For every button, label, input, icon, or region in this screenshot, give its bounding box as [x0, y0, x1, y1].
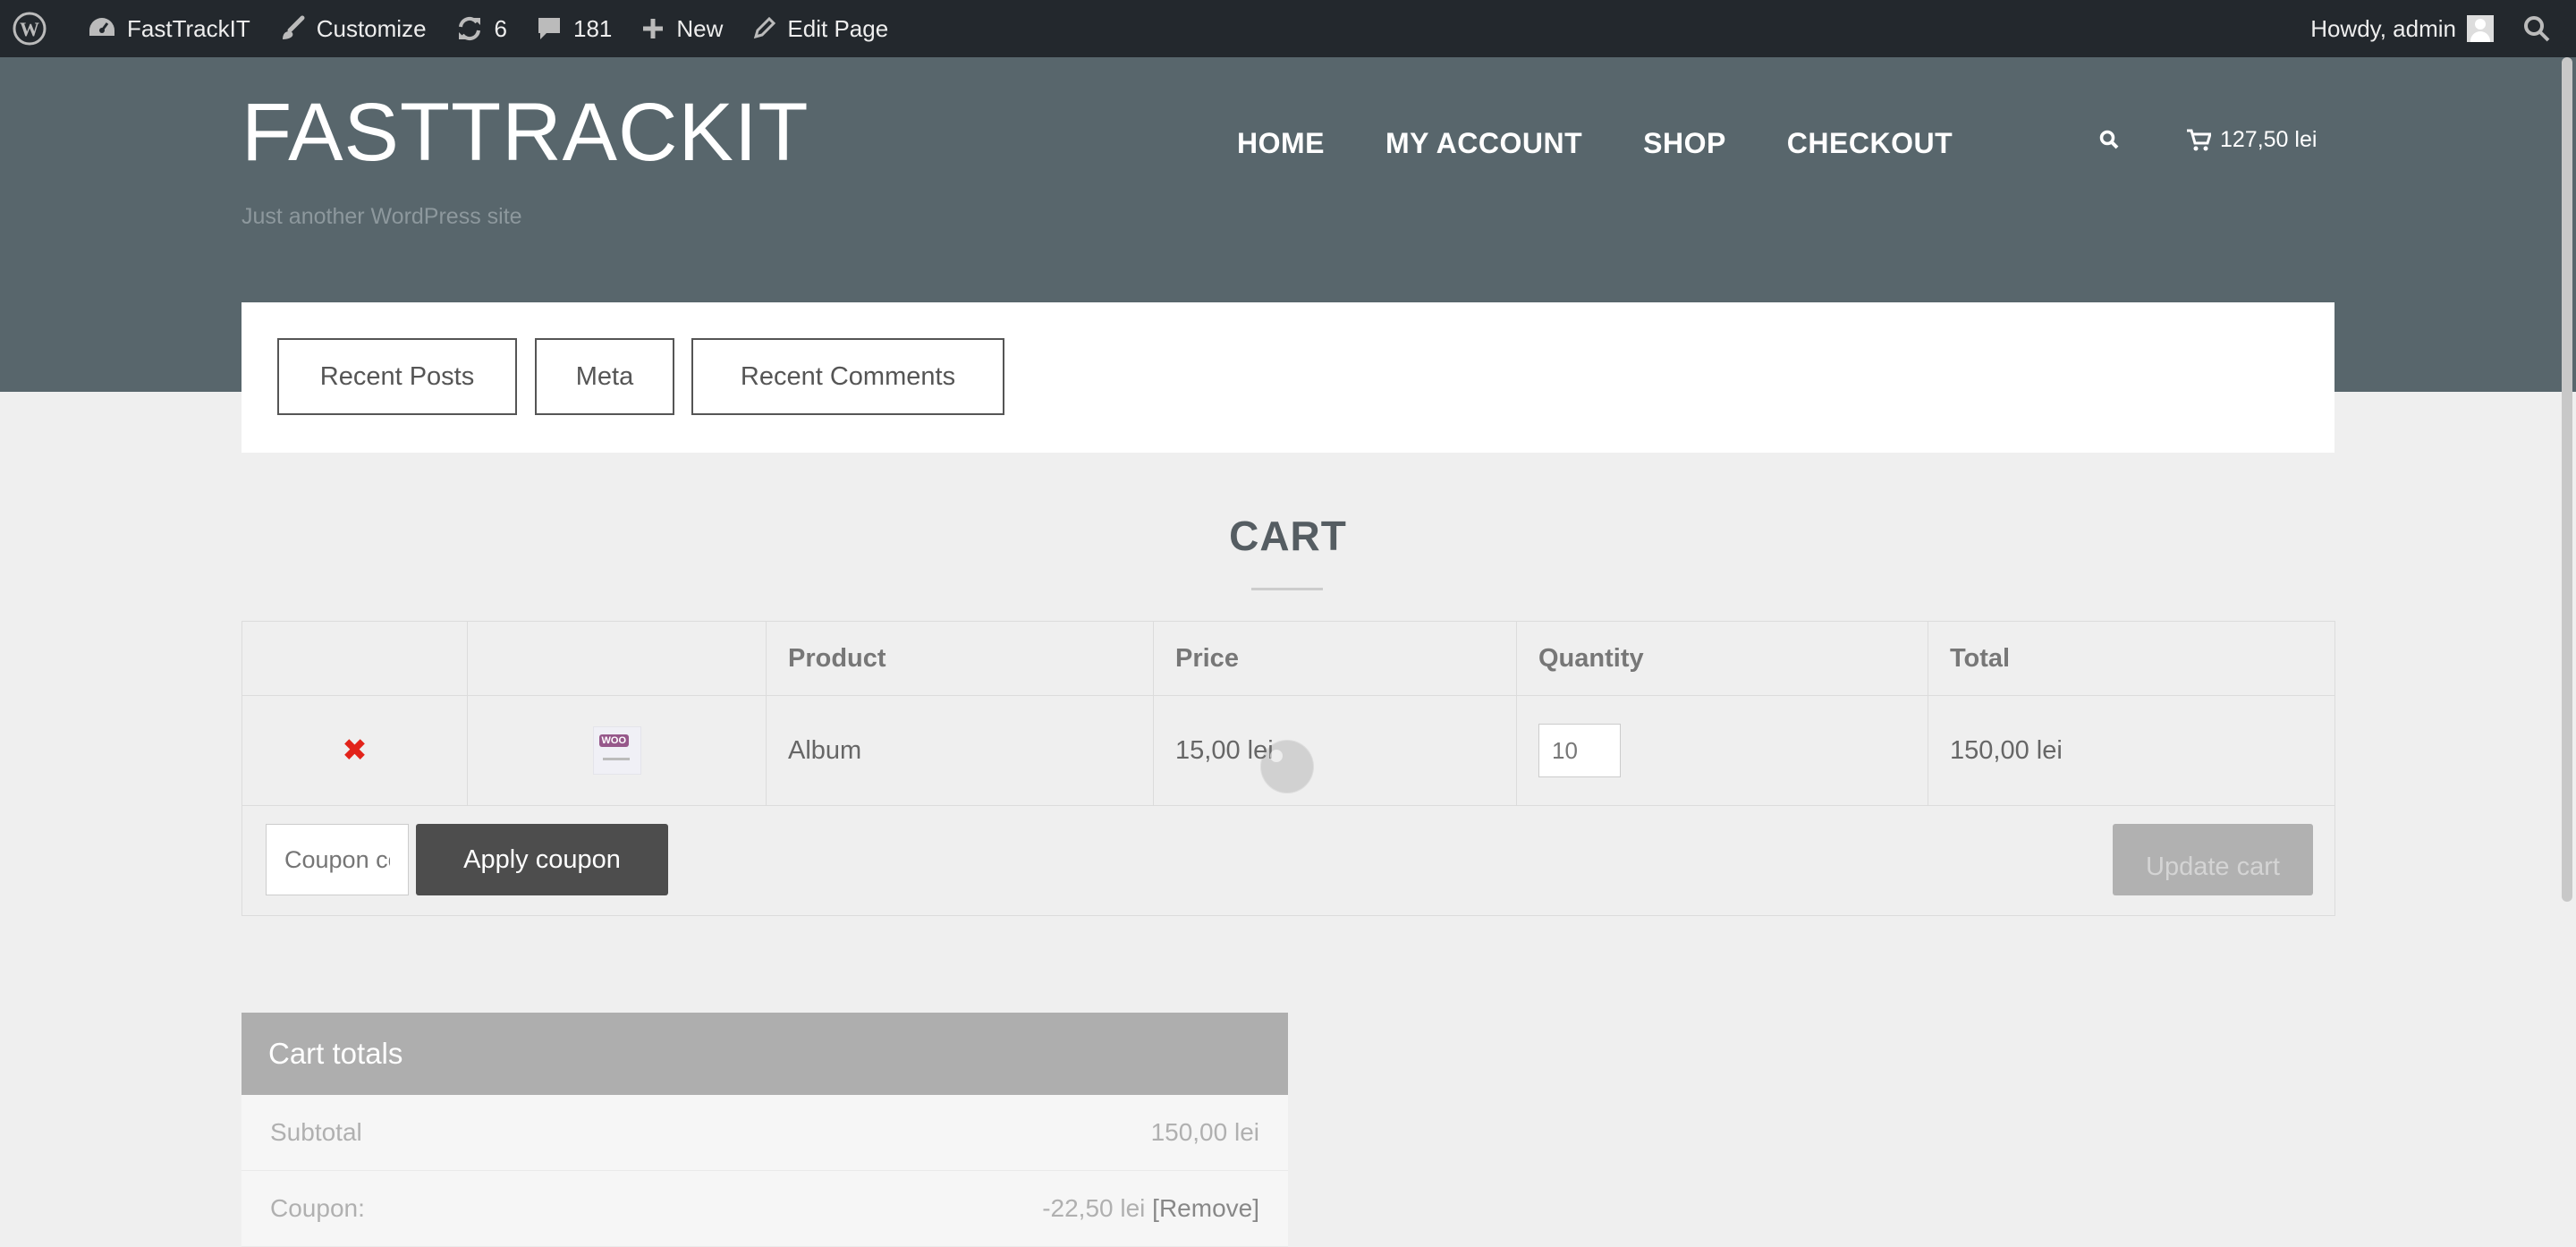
- title-divider: [1251, 588, 1323, 590]
- new-label: New: [676, 14, 724, 42]
- comment-icon: [538, 18, 561, 39]
- loading-spinner-icon: [1261, 741, 1313, 793]
- remove-item-icon[interactable]: ✖: [342, 734, 368, 768]
- site-name-menu[interactable]: FastTrackIT: [73, 0, 265, 57]
- coupon-value: -22,50 lei: [1042, 1194, 1146, 1222]
- product-price: 15,00 lei: [1153, 695, 1517, 806]
- admin-bar: W FastTrackIT Customize 6 181 New Edit P…: [0, 0, 2576, 57]
- cart-totals: Cart totals Subtotal 150,00 lei Coupon: …: [242, 1013, 1288, 1247]
- cart-icon: [2187, 129, 2211, 150]
- thumbnail-cell: [467, 695, 767, 806]
- edit-page-link[interactable]: Edit Page: [737, 0, 902, 57]
- page-scrollbar[interactable]: [2562, 57, 2572, 902]
- page-title: CART: [1229, 513, 1347, 559]
- remove-coupon-link[interactable]: [Remove]: [1152, 1194, 1259, 1222]
- nav-my-account[interactable]: MY ACCOUNT: [1385, 127, 1582, 160]
- paintbrush-icon: [282, 15, 305, 39]
- comments-link[interactable]: 181: [521, 0, 626, 57]
- site-title[interactable]: FASTTRACKIT: [242, 91, 809, 174]
- dashboard-icon: [89, 18, 114, 36]
- coupon-label: Coupon:: [270, 1194, 365, 1222]
- cart-totals-heading: Cart totals: [242, 1013, 1288, 1095]
- subtotal-label: Subtotal: [270, 1118, 362, 1146]
- col-remove: [242, 621, 468, 696]
- quantity-input[interactable]: [1538, 724, 1621, 777]
- pencil-icon: [754, 16, 776, 39]
- search-icon: [2099, 130, 2119, 149]
- header-search-button[interactable]: [2098, 129, 2120, 155]
- apply-coupon-button[interactable]: Apply coupon: [416, 824, 668, 895]
- my-account-menu[interactable]: Howdy, admin: [2296, 0, 2508, 57]
- product-thumbnail[interactable]: [592, 726, 641, 775]
- plus-icon: [643, 19, 664, 38]
- cart-actions-row: Apply coupon Update cart: [242, 805, 2335, 916]
- updates-link[interactable]: 6: [441, 0, 521, 57]
- coupon-amount-group: -22,50 lei [Remove]: [1042, 1194, 1259, 1223]
- remove-cell: ✖: [242, 695, 468, 806]
- col-quantity: Quantity: [1516, 621, 1928, 696]
- howdy-label: Howdy, admin: [2310, 14, 2456, 42]
- edit-page-label: Edit Page: [787, 14, 889, 42]
- header-cart-total: 127,50 lei: [2220, 127, 2318, 152]
- updates-icon: [458, 16, 480, 41]
- coupon-row: Coupon: -22,50 lei [Remove]: [242, 1171, 1288, 1247]
- new-content-link[interactable]: New: [626, 0, 737, 57]
- update-cart-button[interactable]: Update cart: [2113, 824, 2313, 895]
- subtotal-row: Subtotal 150,00 lei: [242, 1095, 1288, 1171]
- svg-text:W: W: [20, 18, 39, 40]
- widget-tabs-box: Recent Posts Meta Recent Comments: [242, 302, 2334, 453]
- col-total: Total: [1928, 621, 2335, 696]
- product-subtotal: 150,00 lei: [1928, 695, 2335, 806]
- coupon-code-input[interactable]: [266, 824, 409, 895]
- updates-count: 6: [494, 14, 508, 42]
- tab-recent-comments[interactable]: Recent Comments: [691, 338, 1004, 415]
- main-navigation: HOME MY ACCOUNT SHOP CHECKOUT: [1237, 127, 1953, 160]
- customize-label: Customize: [316, 14, 427, 42]
- wordpress-logo-icon[interactable]: W: [0, 0, 73, 57]
- site-name-label: FastTrackIT: [127, 14, 250, 42]
- nav-checkout[interactable]: CHECKOUT: [1787, 127, 1953, 160]
- avatar: [2467, 15, 2494, 42]
- tab-recent-posts[interactable]: Recent Posts: [277, 338, 517, 415]
- nav-shop[interactable]: SHOP: [1643, 127, 1726, 160]
- product-name[interactable]: Album: [766, 695, 1154, 806]
- nav-home[interactable]: HOME: [1237, 127, 1325, 160]
- site-tagline: Just another WordPress site: [242, 204, 522, 229]
- col-product: Product: [766, 621, 1154, 696]
- actions-cell: Apply coupon Update cart: [242, 805, 2335, 916]
- admin-search-button[interactable]: [2508, 0, 2576, 57]
- customize-link[interactable]: Customize: [265, 0, 441, 57]
- quantity-cell: [1516, 695, 1928, 806]
- col-thumbnail: [467, 621, 767, 696]
- subtotal-value: 150,00 lei: [1150, 1118, 1259, 1146]
- header-cart-link[interactable]: 127,50 lei: [2186, 127, 2317, 153]
- search-icon: [2524, 16, 2550, 42]
- tab-meta[interactable]: Meta: [535, 338, 674, 415]
- col-price: Price: [1153, 621, 1517, 696]
- comments-count: 181: [573, 14, 613, 42]
- cart-header-row: Product Price Quantity Total: [242, 621, 2335, 696]
